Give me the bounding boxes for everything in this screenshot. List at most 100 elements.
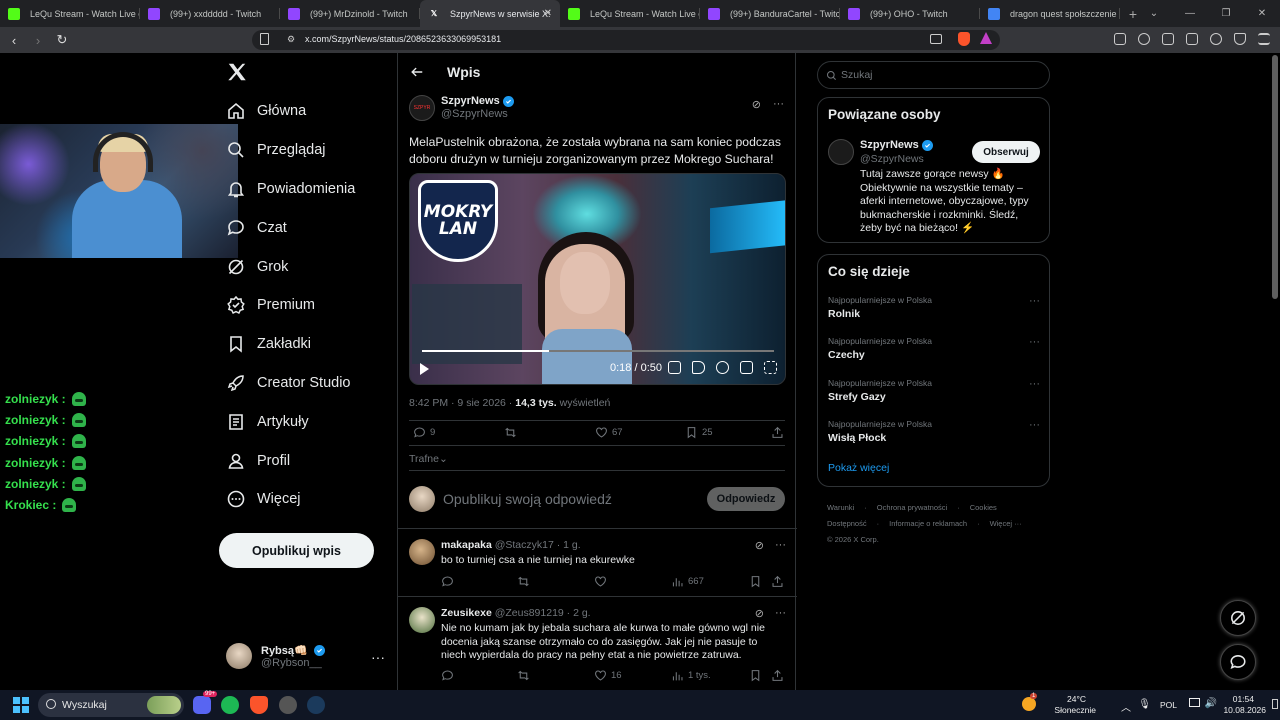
video-progress-bar[interactable] bbox=[422, 350, 774, 352]
reply-author-handle[interactable]: @Staczyk17 · 1 g. bbox=[495, 539, 581, 551]
more-icon[interactable]: ··· bbox=[775, 539, 786, 552]
reply-avatar[interactable] bbox=[409, 539, 435, 565]
language-indicator[interactable]: POL bbox=[1160, 700, 1177, 710]
tab-search-icon[interactable]: ⌄ bbox=[1136, 8, 1172, 19]
post-author[interactable]: SZPYR SzpyrNews @SzpyrNews bbox=[409, 95, 785, 121]
steam-icon[interactable] bbox=[307, 696, 325, 714]
close-tab-icon[interactable]: ✕ bbox=[544, 8, 552, 19]
clock-time[interactable]: 01:54 bbox=[1233, 694, 1254, 704]
views-action[interactable]: 1 tys. bbox=[671, 669, 711, 682]
grok-fab[interactable] bbox=[1220, 600, 1256, 636]
more-icon[interactable]: ··· bbox=[371, 649, 385, 665]
wallet-icon[interactable] bbox=[1186, 33, 1198, 45]
clock-date[interactable]: 10.08.2026 bbox=[1223, 705, 1266, 715]
vpn-icon[interactable] bbox=[1234, 33, 1246, 45]
captions-icon[interactable] bbox=[668, 361, 681, 374]
forward-button[interactable]: › bbox=[28, 33, 48, 48]
browser-tab[interactable]: (99+) BanduraCartel - Twitch bbox=[700, 0, 840, 27]
related-handle[interactable]: @SzpyrNews bbox=[860, 153, 924, 165]
footer-link[interactable]: Ochrona prywatności bbox=[877, 503, 947, 512]
like-action[interactable]: 67 bbox=[595, 426, 623, 439]
bookmark-page-icon[interactable] bbox=[260, 33, 269, 45]
nav-item-grok[interactable]: Grok bbox=[226, 247, 355, 286]
trend-item[interactable]: Najpopularniejsze w Polska Czechy ··· bbox=[828, 336, 1040, 361]
obs-icon[interactable] bbox=[279, 696, 297, 714]
nav-item-search[interactable]: Przeglądaj bbox=[226, 131, 355, 170]
settings-icon[interactable] bbox=[716, 361, 729, 374]
footer-link[interactable]: Dostępność bbox=[827, 519, 867, 528]
grok-icon[interactable]: ⊘ bbox=[752, 98, 761, 111]
messages-fab[interactable] bbox=[1220, 644, 1256, 680]
nav-item-article[interactable]: Artykuły bbox=[226, 402, 355, 441]
close-window-button[interactable]: ✕ bbox=[1244, 8, 1280, 19]
notifications-icon[interactable] bbox=[1272, 699, 1278, 709]
discord-icon[interactable]: 99+ bbox=[193, 691, 218, 714]
repost-action[interactable] bbox=[517, 575, 534, 588]
tray-chevron-icon[interactable]: ︿ bbox=[1121, 699, 1131, 714]
bookmark-action[interactable]: 25 bbox=[685, 426, 713, 439]
reply-item[interactable]: Zeusikexe @Zeus891219 · 2 g. ⊘ ··· Nie no… bbox=[398, 596, 797, 693]
bookmark-action[interactable] bbox=[749, 669, 766, 682]
windows-start-icon[interactable] bbox=[13, 697, 29, 713]
footer-link[interactable]: Więcej ··· bbox=[990, 519, 1022, 528]
reload-button[interactable]: ↻ bbox=[52, 32, 72, 48]
minimize-button[interactable]: — bbox=[1172, 8, 1208, 19]
volume-icon[interactable]: 🔊 bbox=[1205, 698, 1217, 709]
author-avatar[interactable]: SZPYR bbox=[409, 95, 435, 121]
page-scrollbar[interactable] bbox=[1272, 55, 1278, 299]
brave-shields-icon[interactable] bbox=[958, 32, 970, 46]
footer-link[interactable]: Warunki bbox=[827, 503, 854, 512]
reply-author-handle[interactable]: @Zeus891219 · 2 g. bbox=[495, 607, 591, 619]
browser-tab[interactable]: 𝕏 SzpyrNews w serwisie X: ✕ bbox=[420, 0, 560, 27]
play-icon[interactable] bbox=[420, 363, 429, 375]
music-icon[interactable] bbox=[1138, 33, 1150, 45]
nav-item-rocket[interactable]: Creator Studio bbox=[226, 364, 355, 403]
bookmark-action[interactable] bbox=[749, 575, 766, 588]
grok-icon[interactable]: ⊘ bbox=[755, 539, 764, 552]
cast-icon[interactable] bbox=[930, 34, 942, 44]
reply-author-name[interactable]: makapaka bbox=[441, 539, 492, 551]
reply-item[interactable]: makapaka @Staczyk17 · 1 g. ⊘ ··· bo to tu… bbox=[398, 528, 797, 596]
site-info-icon[interactable]: ⚙ bbox=[287, 34, 295, 45]
reply-action[interactable]: 9 bbox=[413, 426, 435, 439]
more-icon[interactable]: ··· bbox=[773, 98, 784, 111]
sidebar-icon[interactable] bbox=[1162, 33, 1174, 45]
nav-item-profile[interactable]: Profil bbox=[226, 441, 355, 480]
url-text[interactable]: x.com/SzpyrNews/status/20865236330699531… bbox=[305, 34, 501, 44]
footer-link[interactable]: Cookies bbox=[970, 503, 997, 512]
related-avatar[interactable] bbox=[828, 139, 854, 165]
browser-tab[interactable]: LeQu Stream - Watch Live on bbox=[560, 0, 700, 27]
volume-icon[interactable] bbox=[692, 361, 705, 374]
grok-icon[interactable]: ⊘ bbox=[755, 607, 764, 620]
reply-author-name[interactable]: Zeusikexe bbox=[441, 607, 492, 619]
nav-item-more[interactable]: Więcej bbox=[226, 480, 355, 519]
follow-button[interactable]: Obserwuj bbox=[972, 141, 1040, 163]
repost-action[interactable] bbox=[504, 426, 521, 439]
share-action[interactable] bbox=[771, 669, 788, 682]
extensions-icon[interactable] bbox=[1114, 33, 1126, 45]
show-more-link[interactable]: Pokaż więcej bbox=[828, 462, 889, 474]
related-name[interactable]: SzpyrNews bbox=[860, 139, 919, 151]
views-action[interactable]: 667 bbox=[671, 575, 704, 588]
nav-item-home[interactable]: Główna bbox=[226, 92, 355, 131]
leo-ai-icon[interactable] bbox=[1210, 33, 1222, 45]
trend-item[interactable]: Najpopularniejsze w Polska Strefy Gazy ··· bbox=[828, 378, 1040, 403]
more-icon[interactable]: ··· bbox=[1029, 419, 1040, 431]
search-input[interactable]: Szukaj bbox=[817, 61, 1050, 89]
more-icon[interactable]: ··· bbox=[1029, 336, 1040, 348]
like-action[interactable] bbox=[594, 575, 611, 588]
network-icon[interactable] bbox=[1189, 698, 1200, 707]
more-icon[interactable]: ··· bbox=[775, 607, 786, 620]
author-handle[interactable]: @SzpyrNews bbox=[441, 108, 514, 120]
browser-tab[interactable]: LeQu Stream - Watch Live on bbox=[0, 0, 140, 27]
reply-avatar[interactable] bbox=[409, 607, 435, 633]
repost-action[interactable] bbox=[517, 669, 534, 682]
browser-tab[interactable]: (99+) OHO - Twitch bbox=[840, 0, 980, 27]
nav-item-bookmark[interactable]: Zakładki bbox=[226, 325, 355, 364]
menu-icon[interactable] bbox=[1258, 33, 1270, 45]
back-button[interactable]: ‹ bbox=[4, 33, 24, 48]
more-icon[interactable]: ··· bbox=[1029, 295, 1040, 307]
like-action[interactable]: 16 bbox=[594, 669, 622, 682]
nav-item-premium[interactable]: Premium bbox=[226, 286, 355, 325]
share-action[interactable] bbox=[771, 426, 788, 439]
